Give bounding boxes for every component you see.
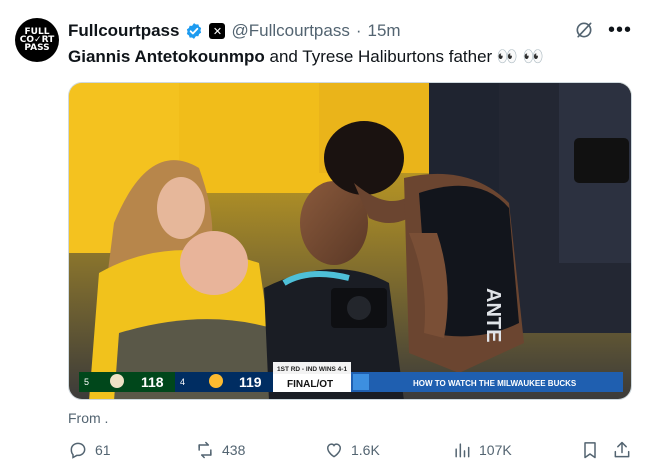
- tweet-header: Fullcourtpass ✕ @Fullcourtpass · 15m: [68, 20, 401, 42]
- reply-count: 61: [95, 442, 111, 458]
- share-button[interactable]: [612, 440, 632, 460]
- media-image: ANTE 5 118 4 119 1ST RD - IND WINS 4-1 F…: [69, 83, 631, 399]
- views-chart-icon: [455, 443, 470, 458]
- promo-text: HOW TO WATCH THE MILWAUKEE BUCKS: [413, 379, 577, 388]
- x-affiliate-icon: ✕: [209, 23, 226, 39]
- tweet-media[interactable]: ANTE 5 118 4 119 1ST RD - IND WINS 4-1 F…: [68, 82, 632, 400]
- team2-seed: 4: [180, 377, 185, 387]
- team1-score: 118: [141, 374, 164, 390]
- reply-button[interactable]: 61: [68, 440, 111, 460]
- share-icon: [614, 441, 630, 458]
- views-button[interactable]: 107K: [452, 440, 512, 460]
- repost-icon: [198, 441, 212, 459]
- avatar-line-3: PASS: [24, 43, 50, 53]
- verified-badge-icon: [187, 23, 202, 39]
- tweet-mention-name: Giannis Antetokounmpo: [68, 47, 265, 66]
- from-label[interactable]: From .: [68, 410, 108, 426]
- reply-icon: [70, 442, 86, 459]
- bookmark-icon: [584, 442, 596, 459]
- game-status: FINAL/OT: [287, 379, 333, 390]
- more-options-icon[interactable]: •••: [608, 20, 632, 40]
- like-count: 1.6K: [351, 442, 380, 458]
- repost-count: 438: [222, 442, 246, 458]
- player-head: [324, 121, 404, 195]
- action-bar: 61 438 1.6K 107K: [68, 440, 632, 466]
- jersey-lettering: ANTE: [482, 288, 504, 342]
- repost-button[interactable]: 438: [195, 440, 245, 460]
- like-button[interactable]: 1.6K: [324, 440, 380, 460]
- avatar[interactable]: FULL CO✓RT PASS: [15, 18, 59, 62]
- team1-seed: 5: [84, 377, 89, 387]
- tweet-text: Giannis Antetokounmpo and Tyrese Halibur…: [68, 47, 544, 67]
- tweet-body: and Tyrese Haliburtons father 👀 👀: [264, 47, 544, 66]
- separator-dot: ·: [355, 21, 362, 40]
- author-name[interactable]: Fullcourtpass: [68, 21, 179, 41]
- bookmark-button[interactable]: [580, 440, 600, 460]
- view-count: 107K: [479, 442, 512, 458]
- header-actions: •••: [574, 20, 632, 40]
- team2-score: 119: [239, 374, 262, 390]
- author-handle[interactable]: @Fullcourtpass: [231, 21, 349, 41]
- series-note: 1ST RD - IND WINS 4-1: [277, 366, 347, 373]
- camera: [574, 138, 629, 183]
- grok-icon[interactable]: [574, 20, 594, 40]
- bald-man: [180, 231, 248, 295]
- heart-icon: [326, 443, 342, 458]
- post-time[interactable]: 15m: [368, 21, 401, 41]
